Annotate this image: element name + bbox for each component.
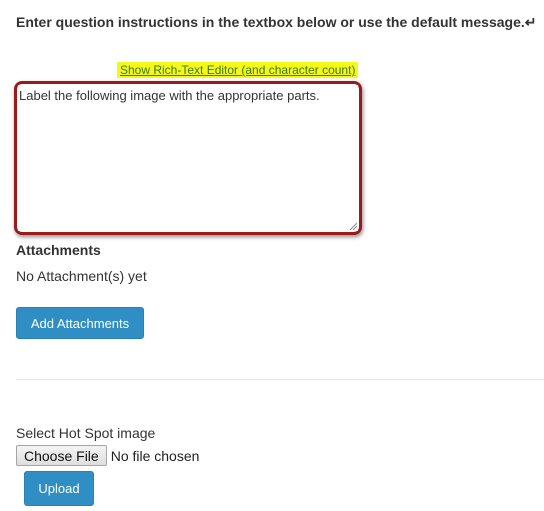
- question-text-input[interactable]: Label the following image with the appro…: [18, 85, 358, 231]
- hotspot-image-label: Select Hot Spot image: [16, 425, 156, 441]
- choose-file-button[interactable]: Choose File: [16, 445, 107, 466]
- question-editor-page: Enter question instructions in the textb…: [0, 0, 544, 511]
- file-input: Choose File No file chosen: [16, 445, 199, 466]
- resize-grip-icon[interactable]: [349, 222, 357, 230]
- show-rich-text-editor-link[interactable]: Show Rich-Text Editor (and character cou…: [117, 62, 359, 78]
- attachments-heading: Attachments: [16, 242, 101, 258]
- section-divider: [16, 379, 544, 380]
- no-attachments-text: No Attachment(s) yet: [16, 268, 147, 284]
- add-attachments-button[interactable]: Add Attachments: [16, 307, 144, 339]
- question-textbox-callout: Label the following image with the appro…: [14, 81, 362, 235]
- file-status-text: No file chosen: [110, 447, 200, 464]
- instructions-text: Enter question instructions in the textb…: [16, 14, 537, 30]
- upload-button[interactable]: Upload: [24, 471, 94, 506]
